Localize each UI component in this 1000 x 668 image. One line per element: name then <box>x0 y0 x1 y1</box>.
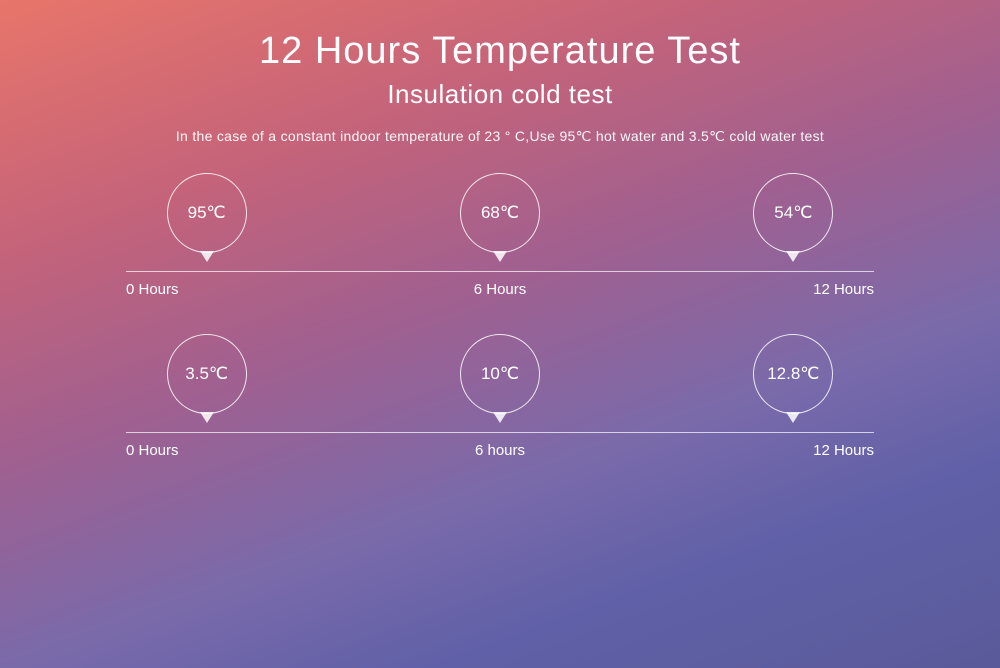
hot-time-labels: 0 Hours 6 Hours 12 Hours <box>126 281 874 298</box>
hot-temp-2: 54℃ <box>753 173 833 253</box>
cold-bubble-2: 12.8℃ <box>753 334 833 414</box>
cold-time-1: 6 hours <box>450 442 550 459</box>
cold-time-0: 0 Hours <box>126 442 226 459</box>
background: 12 Hours Temperature Test Insulation col… <box>0 0 1000 668</box>
subtitle: Insulation cold test <box>387 79 612 110</box>
main-title: 12 Hours Temperature Test <box>259 30 741 73</box>
cold-bubbles-row: 3.5℃ 10℃ 12.8℃ <box>60 334 940 414</box>
description: In the case of a constant indoor tempera… <box>176 128 824 145</box>
hot-bubble-1: 68℃ <box>460 173 540 253</box>
cold-time-labels: 0 Hours 6 hours 12 Hours <box>126 442 874 459</box>
cold-test-section: 3.5℃ 10℃ 12.8℃ 0 Hours 6 hours 12 Hours <box>60 334 940 459</box>
hot-time-0: 0 Hours <box>126 281 226 298</box>
hot-bubble-0: 95℃ <box>167 173 247 253</box>
hot-bubble-2: 54℃ <box>753 173 833 253</box>
cold-temp-1: 10℃ <box>460 334 540 414</box>
cold-time-2: 12 Hours <box>774 442 874 459</box>
hot-temp-1: 68℃ <box>460 173 540 253</box>
cold-bubble-0: 3.5℃ <box>167 334 247 414</box>
hot-temp-0: 95℃ <box>167 173 247 253</box>
hot-time-2: 12 Hours <box>774 281 874 298</box>
cold-temp-0: 3.5℃ <box>167 334 247 414</box>
cold-temp-2: 12.8℃ <box>753 334 833 414</box>
hot-test-section: 95℃ 68℃ 54℃ 0 Hours 6 Hours 12 Hours <box>60 173 940 298</box>
cold-timeline-line <box>126 432 874 433</box>
hot-bubbles-row: 95℃ 68℃ 54℃ <box>60 173 940 253</box>
hot-timeline-line <box>126 271 874 272</box>
hot-time-1: 6 Hours <box>450 281 550 298</box>
cold-bubble-1: 10℃ <box>460 334 540 414</box>
